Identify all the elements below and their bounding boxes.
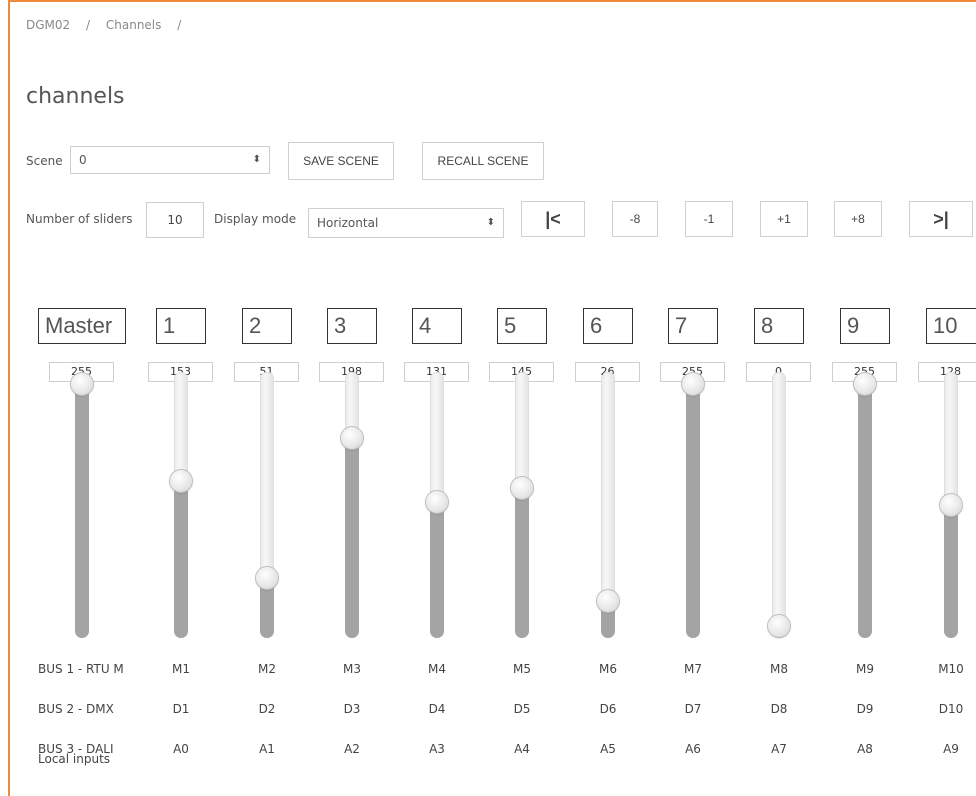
- slider-handle[interactable]: [256, 566, 278, 589]
- slider-track[interactable]: [174, 372, 188, 638]
- recall-scene-button[interactable]: RECALL SCENE: [422, 142, 544, 180]
- slider-handle[interactable]: [426, 490, 448, 513]
- slider-track[interactable]: [75, 372, 89, 638]
- page-title: channels: [26, 84, 125, 109]
- slider-handle[interactable]: [940, 493, 962, 516]
- bus-address: D7: [684, 702, 702, 716]
- scene-label: Scene: [26, 154, 63, 168]
- minus-8-button[interactable]: -8: [612, 201, 658, 237]
- slider-track[interactable]: [260, 372, 274, 638]
- bus-address: M5: [513, 662, 531, 676]
- channel-label: 9: [840, 308, 890, 344]
- bus-address: A2: [344, 742, 360, 756]
- number-of-sliders-label: Number of sliders: [26, 212, 133, 226]
- slider-fill: [686, 382, 700, 638]
- slider-fill: [75, 382, 89, 638]
- channel-label: 1: [156, 308, 206, 344]
- bus-address: A5: [600, 742, 616, 756]
- channel-label: 3: [327, 308, 377, 344]
- display-mode-select[interactable]: Horizontal ⬍: [308, 208, 504, 238]
- breadcrumb-channels[interactable]: Channels: [106, 18, 162, 32]
- slider-handle[interactable]: [682, 373, 704, 395]
- breadcrumb-separator: /: [177, 18, 182, 32]
- bus-address: D10: [938, 702, 964, 716]
- slider-track[interactable]: [345, 372, 359, 638]
- bus-address: D3: [343, 702, 361, 716]
- channel-label: 5: [497, 308, 547, 344]
- channel-label: 8: [754, 308, 804, 344]
- last-page-button[interactable]: >|: [909, 201, 973, 237]
- display-mode-label: Display mode: [214, 212, 297, 226]
- bus-address: M8: [770, 662, 788, 676]
- master-channel-label: Master: [38, 308, 126, 344]
- slider-handle[interactable]: [71, 373, 93, 395]
- breadcrumb: DGM02 / Channels /: [26, 18, 193, 32]
- slider-track[interactable]: [772, 372, 786, 638]
- slider-handle[interactable]: [170, 469, 192, 492]
- plus-8-button[interactable]: +8: [834, 201, 882, 237]
- plus-1-button[interactable]: +1: [760, 201, 808, 237]
- bus-address: A9: [943, 742, 959, 756]
- save-scene-button[interactable]: SAVE SCENE: [288, 142, 394, 180]
- bus-address: M2: [258, 662, 276, 676]
- bus-address: M7: [684, 662, 702, 676]
- slider-track[interactable]: [686, 372, 700, 638]
- breadcrumb-separator: /: [86, 18, 91, 32]
- channel-label: 2: [242, 308, 292, 344]
- bus-address: A8: [857, 742, 873, 756]
- scene-select[interactable]: 0 ⬍: [70, 146, 270, 174]
- bus-address: A1: [259, 742, 275, 756]
- slider-fill: [944, 504, 958, 638]
- bus-address: M10: [938, 662, 964, 676]
- slider-handle[interactable]: [854, 373, 876, 395]
- bus-address: A7: [771, 742, 787, 756]
- bus-address: M1: [172, 662, 190, 676]
- bus-address: A0: [173, 742, 189, 756]
- breadcrumb-device[interactable]: DGM02: [26, 18, 70, 32]
- local-inputs-label: Local inputs: [38, 752, 111, 766]
- bus-address: D8: [770, 702, 788, 716]
- channel-label: 7: [668, 308, 718, 344]
- bus-address: D1: [172, 702, 190, 716]
- slider-handle[interactable]: [341, 427, 363, 450]
- slider-fill: [430, 501, 444, 638]
- slider-fill: [174, 480, 188, 638]
- bus-address: M4: [428, 662, 446, 676]
- bus-address: D6: [599, 702, 617, 716]
- bus-address: D2: [258, 702, 276, 716]
- bus-address: A4: [514, 742, 530, 756]
- select-arrows-icon: ⬍: [252, 154, 261, 165]
- bus-address: M6: [599, 662, 617, 676]
- bus-address: M9: [856, 662, 874, 676]
- first-page-button[interactable]: |<: [521, 201, 585, 237]
- bus-address: M3: [343, 662, 361, 676]
- bus-address: D9: [856, 702, 874, 716]
- display-mode-value: Horizontal: [317, 216, 379, 230]
- bus-2-label: BUS 2 - DMX: [38, 702, 114, 716]
- bus-address: A3: [429, 742, 445, 756]
- slider-track[interactable]: [858, 372, 872, 638]
- channel-label: 4: [412, 308, 462, 344]
- content-frame: [8, 0, 976, 796]
- slider-fill: [345, 437, 359, 638]
- select-arrows-icon: ⬍: [486, 217, 495, 228]
- bus-address: D5: [513, 702, 531, 716]
- slider-track[interactable]: [515, 372, 529, 638]
- slider-fill: [858, 382, 872, 638]
- bus-address: D4: [428, 702, 446, 716]
- bus-address: A6: [685, 742, 701, 756]
- number-of-sliders-input[interactable]: 10: [146, 202, 204, 238]
- channel-label: 6: [583, 308, 633, 344]
- bus-1-label: BUS 1 - RTU M: [38, 662, 124, 676]
- channel-label: 10: [926, 308, 976, 344]
- minus-1-button[interactable]: -1: [685, 201, 733, 237]
- slider-handle[interactable]: [768, 615, 790, 637]
- scene-select-value: 0: [79, 153, 87, 167]
- slider-fill: [515, 488, 529, 638]
